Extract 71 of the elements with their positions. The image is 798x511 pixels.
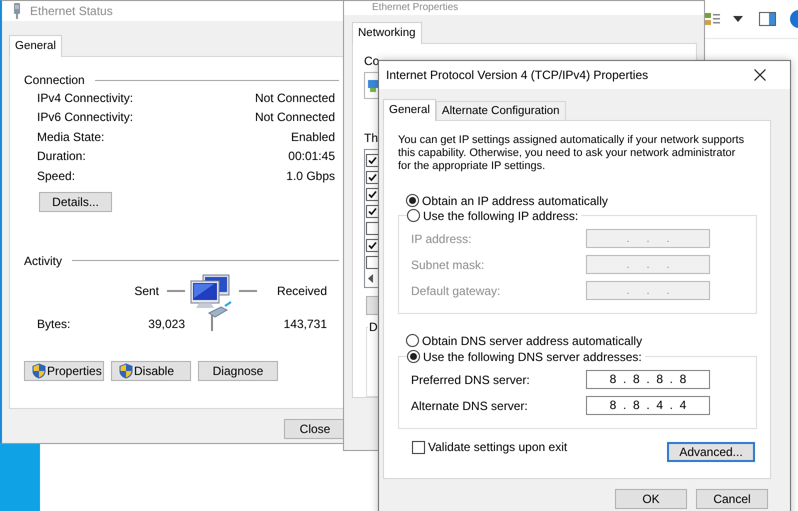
- partial-button[interactable]: [366, 296, 378, 316]
- checkbox[interactable]: [366, 154, 379, 168]
- received-label: Received: [276, 284, 327, 298]
- checkbox[interactable]: [412, 440, 425, 454]
- checkbox[interactable]: [366, 239, 379, 252]
- checkbox-label: Validate settings upon exit: [428, 440, 568, 454]
- checkbox[interactable]: [366, 205, 379, 218]
- scroll-left-icon: [368, 274, 374, 284]
- radio-button[interactable]: [406, 334, 419, 347]
- sent-label: Sent: [134, 284, 159, 298]
- field-label: Preferred DNS server:: [411, 372, 531, 386]
- tab[interactable]: General: [9, 35, 62, 57]
- checkbox[interactable]: [366, 188, 379, 202]
- adapter-icon: [368, 80, 378, 92]
- radio-button[interactable]: [406, 194, 419, 207]
- leader-line: [167, 290, 185, 292]
- field-value: 00:01:45: [288, 149, 335, 164]
- field-label: Bytes:: [37, 316, 70, 330]
- details-button[interactable]: Details...: [39, 192, 112, 212]
- radio-button[interactable]: [407, 350, 420, 363]
- option-label: Obtain DNS server address automatically: [422, 334, 642, 348]
- field-value: Not Connected: [254, 110, 335, 124]
- option-label: Use the following DNS server addresses:: [423, 350, 642, 364]
- field-label: Speed:: [37, 168, 76, 183]
- field-label: Subnet mask:: [411, 258, 486, 272]
- tab[interactable]: Networking: [352, 22, 422, 44]
- field-value: 1.0 Gbps: [286, 168, 335, 183]
- close-button[interactable]: Close: [284, 419, 346, 439]
- tab[interactable]: Alternate Configuration: [436, 101, 566, 120]
- window-title: Ethernet Properties: [372, 2, 458, 14]
- checkbox[interactable]: [366, 171, 379, 184]
- list-label: Th: [364, 131, 378, 146]
- field-value: Enabled: [290, 130, 335, 144]
- close-icon[interactable]: [754, 69, 766, 81]
- action-button[interactable]: Disable: [111, 360, 191, 380]
- caret-icon[interactable]: [733, 16, 743, 22]
- radio-button[interactable]: [407, 209, 420, 222]
- window-title: Internet Protocol Version 4 (TCP/IPv4) Properties: [386, 68, 648, 82]
- field-label: Alternate DNS server:: [411, 398, 529, 412]
- action-button[interactable]: Properties: [24, 360, 104, 380]
- leader-line: [239, 290, 257, 292]
- action-button[interactable]: Diagnose: [198, 360, 278, 380]
- window-title: Ethernet Status: [30, 4, 113, 18]
- field-label: IPv4 Connectivity:: [37, 90, 134, 105]
- ip-address-field[interactable]: 8 . 8 . 8 . 8: [586, 370, 710, 389]
- option-label: Obtain an IP address automatically: [422, 194, 608, 208]
- section-heading: Activity: [24, 254, 62, 268]
- cancel-button[interactable]: Cancel: [696, 489, 768, 509]
- checkbox[interactable]: [366, 256, 379, 270]
- tab[interactable]: General: [383, 99, 436, 121]
- shield-icon: [119, 362, 133, 378]
- field-value: Not Connected: [254, 90, 335, 105]
- field-label: IPv6 Connectivity:: [37, 110, 134, 124]
- ok-button[interactable]: OK: [615, 489, 687, 509]
- advanced-button[interactable]: Advanced...: [667, 442, 755, 462]
- field-value: 39,023: [148, 316, 185, 330]
- option-label: Use the following IP address:: [423, 208, 578, 222]
- checkbox[interactable]: [366, 222, 379, 236]
- ip-address-field[interactable]: 8 . 8 . 4 . 4: [586, 396, 710, 415]
- field-value: 143,731: [284, 316, 327, 330]
- shield-icon: [32, 362, 46, 378]
- pane-icon[interactable]: [759, 12, 776, 26]
- field-label: Duration:: [37, 149, 86, 164]
- field-label: Default gateway:: [411, 284, 502, 298]
- description-text: You can get IP settings assigned automatically if your network supports this capability. Otherwise, you need to ask your network administrator for the appropriate IP settings.: [398, 134, 746, 173]
- field-label: IP address:: [411, 232, 472, 246]
- field-label: Media State:: [37, 130, 104, 144]
- view-icon[interactable]: [705, 12, 721, 26]
- divider-line: [211, 314, 213, 330]
- plug-icon: [12, 3, 22, 19]
- section-heading: Connection: [24, 73, 85, 87]
